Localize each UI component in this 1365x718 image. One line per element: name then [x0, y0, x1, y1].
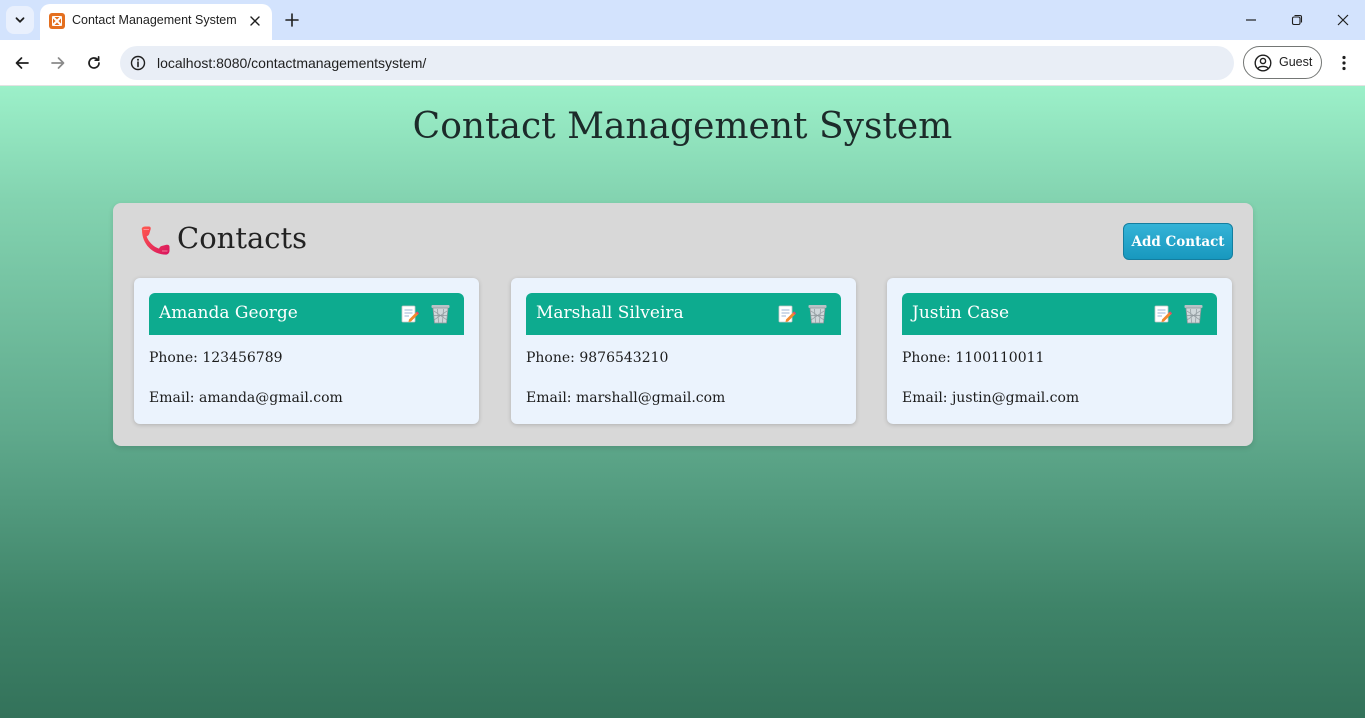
- email-label: Email:: [149, 390, 195, 406]
- plus-icon: [285, 13, 299, 27]
- contact-name: Marshall Silveira: [536, 303, 684, 323]
- add-contact-button[interactable]: Add Contact: [1123, 223, 1233, 260]
- minimize-button[interactable]: [1239, 8, 1263, 32]
- forward-button[interactable]: [44, 49, 72, 77]
- profile-label: Guest: [1279, 55, 1313, 69]
- contact-phone: Phone: 1100110011: [902, 350, 1044, 366]
- phone-value: 9876543210: [579, 350, 669, 366]
- minimize-icon: [1246, 19, 1256, 21]
- reload-icon: [88, 55, 100, 69]
- edit-memo-icon[interactable]: [400, 304, 420, 324]
- address-url: localhost:8080/contactmanagementsystem/: [157, 55, 427, 71]
- contact-email: Email: justin@gmail.com: [902, 390, 1079, 406]
- email-value: marshall@gmail.com: [575, 390, 726, 406]
- site-info-icon[interactable]: [128, 53, 148, 73]
- restore-button[interactable]: [1285, 8, 1309, 32]
- phone-value: 1100110011: [955, 350, 1045, 366]
- wastebasket-icon[interactable]: [807, 303, 828, 325]
- contact-card-header: Marshall Silveira: [526, 293, 841, 335]
- reload-button[interactable]: [80, 49, 108, 77]
- back-button[interactable]: [8, 49, 36, 77]
- close-icon: [250, 16, 260, 26]
- kebab-menu-icon: [1342, 55, 1346, 71]
- restore-icon: [1291, 14, 1303, 26]
- browser-toolbar: localhost:8080/contactmanagementsystem/ …: [0, 40, 1365, 86]
- contact-card-header: Amanda George: [149, 293, 464, 335]
- browser-tabstrip: Contact Management System: [0, 0, 1365, 40]
- address-bar[interactable]: localhost:8080/contactmanagementsystem/: [120, 46, 1234, 80]
- contact-card: Marshall Silveira Phone: 9876543210 Emai…: [511, 278, 856, 424]
- profile-button[interactable]: Guest: [1243, 46, 1322, 79]
- contact-name: Amanda George: [159, 303, 298, 323]
- contact-card-header: Justin Case: [902, 293, 1217, 335]
- contacts-heading: Contacts: [177, 221, 308, 255]
- browser-tab-active[interactable]: Contact Management System: [40, 4, 272, 40]
- contact-email: Email: amanda@gmail.com: [149, 390, 343, 406]
- email-value: amanda@gmail.com: [198, 390, 343, 406]
- xampp-favicon-icon: [49, 13, 65, 29]
- email-label: Email:: [902, 390, 948, 406]
- close-icon: [1337, 14, 1349, 26]
- contact-email: Email: marshall@gmail.com: [526, 390, 725, 406]
- telephone-receiver-icon: [141, 226, 170, 255]
- arrow-right-icon: [51, 57, 65, 69]
- edit-memo-icon[interactable]: [1153, 304, 1173, 324]
- email-label: Email:: [526, 390, 572, 406]
- browser-menu-button[interactable]: [1332, 49, 1356, 77]
- phone-label: Phone:: [902, 350, 951, 366]
- arrow-left-icon: [15, 57, 29, 69]
- contact-phone: Phone: 123456789: [149, 350, 283, 366]
- contact-name: Justin Case: [912, 303, 1010, 323]
- page-title: Contact Management System: [412, 106, 953, 147]
- phone-value: 123456789: [202, 350, 283, 366]
- wastebasket-icon[interactable]: [1183, 303, 1204, 325]
- new-tab-button[interactable]: [282, 10, 302, 30]
- contact-card: Amanda George Phone: 123456789 Email: am…: [134, 278, 479, 424]
- chevron-down-icon: [15, 17, 25, 23]
- tab-close-button[interactable]: [246, 12, 264, 30]
- tab-title: Contact Management System: [72, 13, 237, 27]
- account-circle-icon: [1254, 54, 1272, 72]
- tab-search-button[interactable]: [6, 6, 34, 34]
- edit-memo-icon[interactable]: [777, 304, 797, 324]
- contacts-panel: Contacts Add Contact Amanda George Phone…: [113, 203, 1253, 446]
- phone-label: Phone:: [149, 350, 198, 366]
- phone-label: Phone:: [526, 350, 575, 366]
- contact-phone: Phone: 9876543210: [526, 350, 668, 366]
- contact-card: Justin Case Phone: 1100110011 Email: jus…: [887, 278, 1232, 424]
- email-value: justin@gmail.com: [951, 390, 1080, 406]
- close-window-button[interactable]: [1331, 8, 1355, 32]
- page-content: Contact Management System Contacts Add C…: [0, 86, 1365, 718]
- wastebasket-icon[interactable]: [430, 303, 451, 325]
